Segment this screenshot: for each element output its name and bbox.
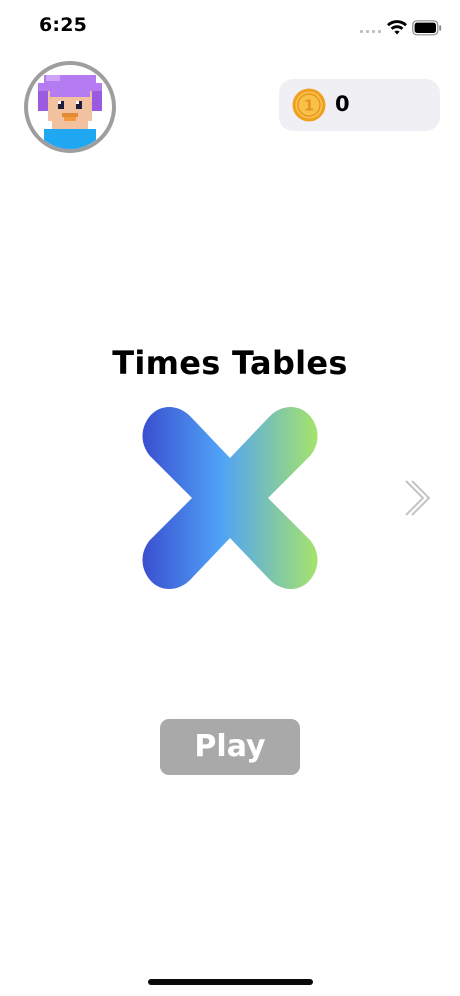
wifi-icon <box>387 20 407 35</box>
home-indicator[interactable] <box>148 979 313 985</box>
profile-avatar[interactable] <box>24 61 116 153</box>
chevron-right-icon[interactable] <box>401 478 433 518</box>
cellular-dots-icon <box>360 30 381 33</box>
coin-count: 0 <box>335 92 350 116</box>
pixel-character-avatar <box>38 75 102 149</box>
coin-balance[interactable]: 1 0 <box>279 79 440 131</box>
status-time: 6:25 <box>39 14 88 36</box>
coin-icon: 1 <box>292 88 326 122</box>
multiply-x-icon <box>142 407 318 589</box>
coin-symbol: 1 <box>304 97 314 115</box>
game-title: Times Tables <box>112 344 348 382</box>
play-button[interactable]: Play <box>160 719 300 775</box>
battery-icon <box>412 20 442 36</box>
